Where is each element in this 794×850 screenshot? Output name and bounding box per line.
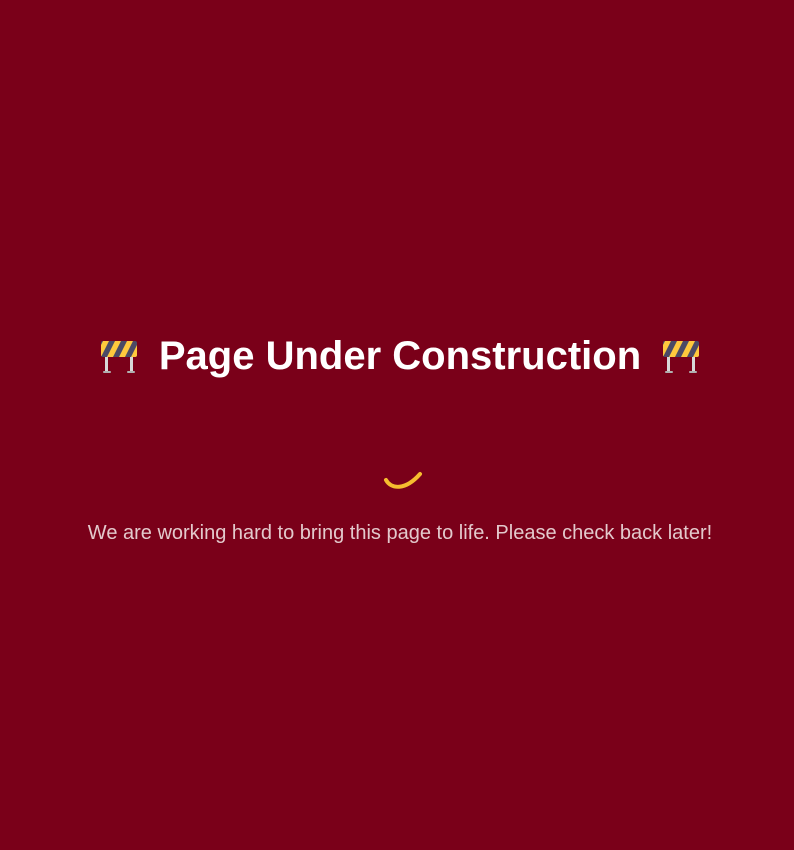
construction-page: Page Under Construction We are working h… [0, 0, 794, 850]
loading-spinner-icon [384, 472, 422, 489]
status-message: We are working hard to bring this page t… [87, 522, 713, 544]
page-title: Page Under Construction [158, 334, 642, 378]
title-row: Page Under Construction [0, 330, 794, 382]
construction-barrier-icon [663, 341, 700, 373]
construction-barrier-icon [100, 341, 137, 373]
